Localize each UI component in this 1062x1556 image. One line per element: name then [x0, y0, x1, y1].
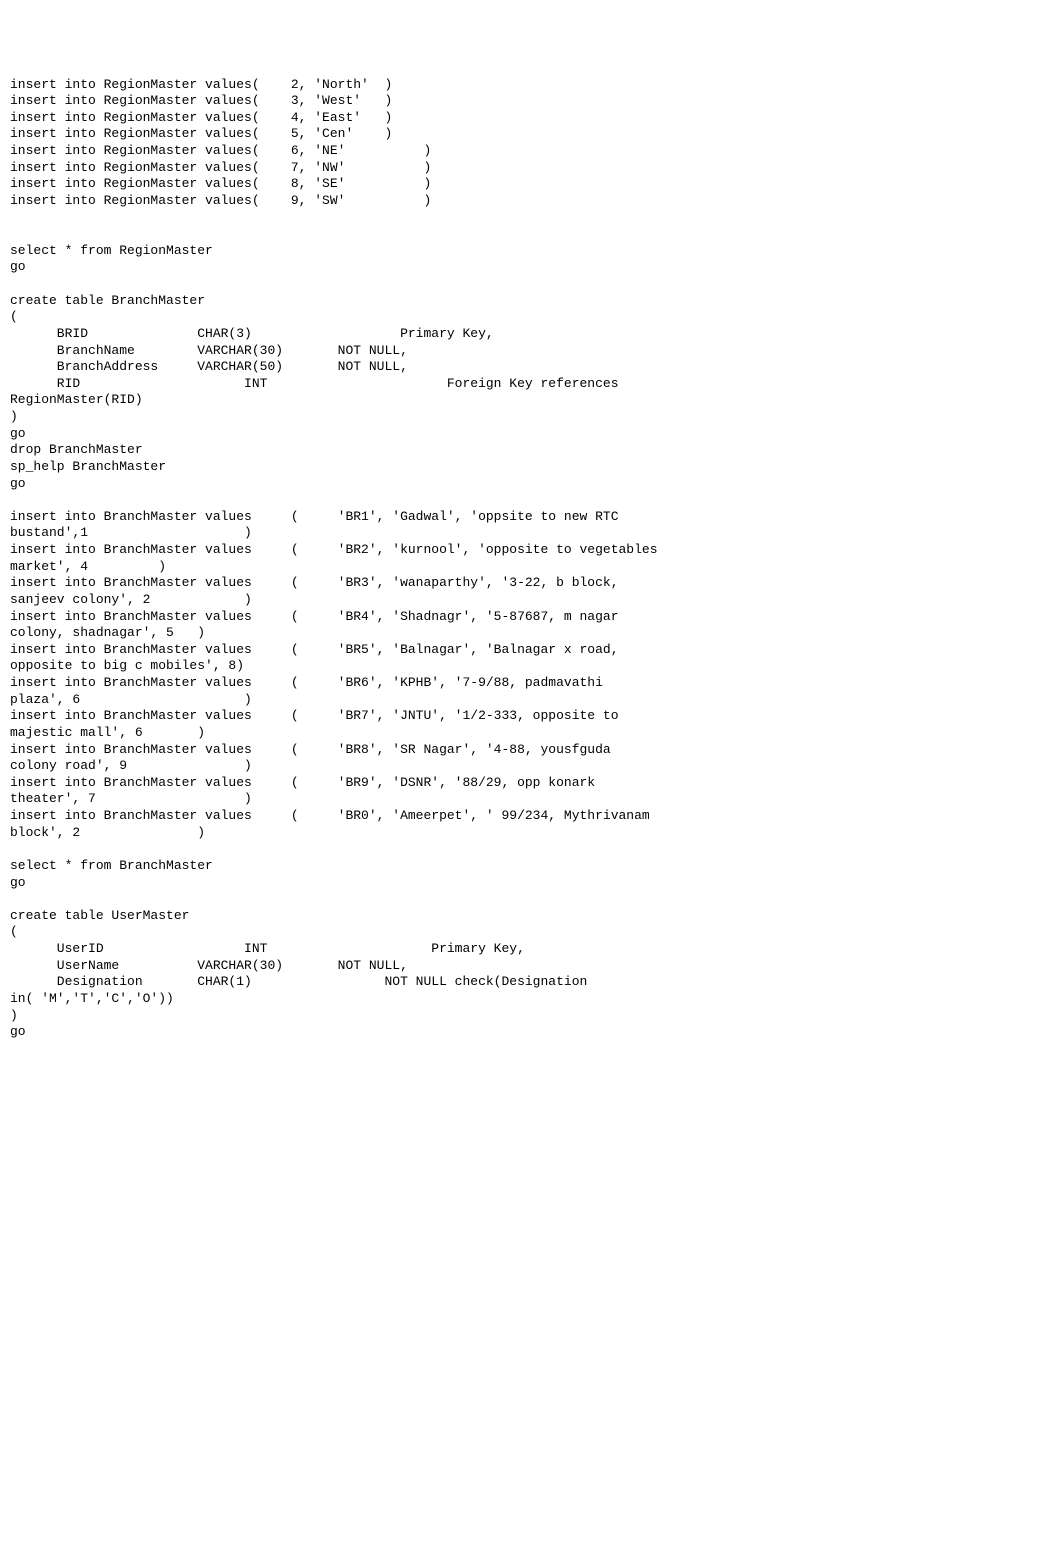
code-line: insert into BranchMaster values ( 'BR8',…: [10, 742, 1052, 759]
code-line: create table BranchMaster: [10, 293, 1052, 310]
code-line: market', 4 ): [10, 559, 1052, 576]
code-line: insert into BranchMaster values ( 'BR7',…: [10, 708, 1052, 725]
code-line: opposite to big c mobiles', 8): [10, 658, 1052, 675]
code-line: insert into RegionMaster values( 4, 'Eas…: [10, 110, 1052, 127]
code-line: insert into RegionMaster values( 6, 'NE'…: [10, 143, 1052, 160]
code-line: insert into RegionMaster values( 9, 'SW'…: [10, 193, 1052, 210]
code-line: insert into RegionMaster values( 3, 'Wes…: [10, 93, 1052, 110]
code-line: RID INT Foreign Key references: [10, 376, 1052, 393]
code-line: insert into BranchMaster values ( 'BR0',…: [10, 808, 1052, 825]
code-line: insert into BranchMaster values ( 'BR5',…: [10, 642, 1052, 659]
code-line: UserID INT Primary Key,: [10, 941, 1052, 958]
code-line: select * from BranchMaster: [10, 858, 1052, 875]
code-line: [10, 841, 1052, 858]
code-line: colony, shadnagar', 5 ): [10, 625, 1052, 642]
code-line: insert into BranchMaster values ( 'BR3',…: [10, 575, 1052, 592]
code-line: go: [10, 476, 1052, 493]
code-line: insert into BranchMaster values ( 'BR6',…: [10, 675, 1052, 692]
code-line: plaza', 6 ): [10, 692, 1052, 709]
code-line: insert into RegionMaster values( 2, 'Nor…: [10, 77, 1052, 94]
code-line: block', 2 ): [10, 825, 1052, 842]
code-line: insert into RegionMaster values( 8, 'SE'…: [10, 176, 1052, 193]
code-line: select * from RegionMaster: [10, 243, 1052, 260]
code-line: go: [10, 426, 1052, 443]
code-line: UserName VARCHAR(30) NOT NULL,: [10, 958, 1052, 975]
code-line: ): [10, 1008, 1052, 1025]
code-line: [10, 210, 1052, 227]
code-line: (: [10, 309, 1052, 326]
code-document: insert into RegionMaster values( 2, 'Nor…: [10, 77, 1052, 1041]
code-line: sanjeev colony', 2 ): [10, 592, 1052, 609]
code-line: bustand',1 ): [10, 525, 1052, 542]
code-line: [10, 492, 1052, 509]
code-line: drop BranchMaster: [10, 442, 1052, 459]
code-line: colony road', 9 ): [10, 758, 1052, 775]
code-line: BranchName VARCHAR(30) NOT NULL,: [10, 343, 1052, 360]
code-line: in( 'M','T','C','O')): [10, 991, 1052, 1008]
code-line: BranchAddress VARCHAR(50) NOT NULL,: [10, 359, 1052, 376]
code-line: insert into BranchMaster values ( 'BR2',…: [10, 542, 1052, 559]
code-line: go: [10, 259, 1052, 276]
code-line: insert into RegionMaster values( 7, 'NW'…: [10, 160, 1052, 177]
code-line: [10, 226, 1052, 243]
code-line: (: [10, 924, 1052, 941]
code-line: Designation CHAR(1) NOT NULL check(Desig…: [10, 974, 1052, 991]
code-line: create table UserMaster: [10, 908, 1052, 925]
code-line: ): [10, 409, 1052, 426]
code-line: [10, 891, 1052, 908]
code-line: BRID CHAR(3) Primary Key,: [10, 326, 1052, 343]
code-line: go: [10, 1024, 1052, 1041]
code-line: go: [10, 875, 1052, 892]
code-line: insert into BranchMaster values ( 'BR9',…: [10, 775, 1052, 792]
code-line: insert into BranchMaster values ( 'BR4',…: [10, 609, 1052, 626]
code-line: sp_help BranchMaster: [10, 459, 1052, 476]
code-line: insert into RegionMaster values( 5, 'Cen…: [10, 126, 1052, 143]
code-line: majestic mall', 6 ): [10, 725, 1052, 742]
code-line: theater', 7 ): [10, 791, 1052, 808]
code-line: [10, 276, 1052, 293]
code-line: insert into BranchMaster values ( 'BR1',…: [10, 509, 1052, 526]
code-line: RegionMaster(RID): [10, 392, 1052, 409]
